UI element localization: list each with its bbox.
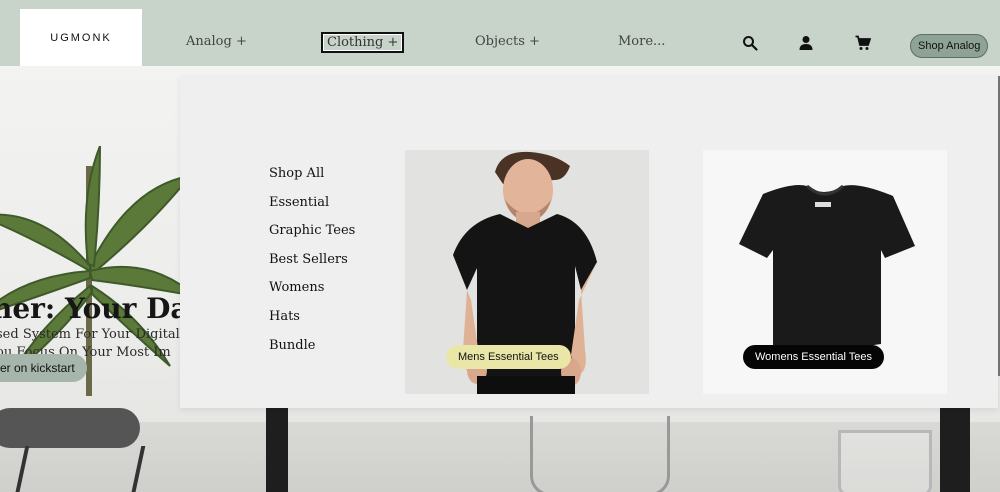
womens-essential-tees-label[interactable]: Womens Essential Tees xyxy=(743,345,884,369)
hero-subtitle-line: sed System For Your Digital T xyxy=(0,327,193,342)
site-header: UGMONK Analog + Clothing + Objects + Mor… xyxy=(0,0,1000,66)
shop-analog-button[interactable]: Shop Analog xyxy=(910,34,989,58)
menu-link-shop-all[interactable]: Shop All xyxy=(269,166,324,181)
chair-legs xyxy=(14,446,146,492)
mens-essential-tees-label[interactable]: Mens Essential Tees xyxy=(446,345,571,369)
nav-analog[interactable]: Analog + xyxy=(186,34,247,49)
hero-title: her: Your Da xyxy=(0,292,189,325)
menu-link-graphic-tees[interactable]: Graphic Tees xyxy=(269,223,355,238)
menu-link-womens[interactable]: Womens xyxy=(269,280,324,295)
womens-essential-tees-card[interactable]: Womens Essential Tees xyxy=(703,150,947,394)
menu-link-best-sellers[interactable]: Best Sellers xyxy=(269,252,348,267)
menu-link-bundle[interactable]: Bundle xyxy=(269,338,315,353)
kickstarter-button[interactable]: er on kickstart xyxy=(0,354,87,382)
nav-more[interactable]: More... xyxy=(618,34,665,49)
desk-leg xyxy=(940,406,970,492)
waste-bin xyxy=(838,430,932,492)
mens-essential-tees-card[interactable]: Mens Essential Tees xyxy=(405,150,649,394)
logo-text: UGMONK xyxy=(50,31,112,44)
stool xyxy=(530,416,670,492)
logo[interactable]: UGMONK xyxy=(20,9,142,66)
account-icon[interactable] xyxy=(798,35,814,51)
chair xyxy=(0,408,140,448)
search-icon[interactable] xyxy=(742,35,758,51)
nav-objects[interactable]: Objects + xyxy=(475,34,540,49)
nav-clothing[interactable]: Clothing + xyxy=(321,32,405,53)
menu-link-essential[interactable]: Essential xyxy=(269,195,329,210)
menu-link-hats[interactable]: Hats xyxy=(269,309,300,324)
clothing-dropdown-menu: Shop All Essential Graphic Tees Best Sel… xyxy=(180,76,998,408)
desk-leg xyxy=(266,406,288,492)
cart-icon[interactable] xyxy=(855,35,871,51)
